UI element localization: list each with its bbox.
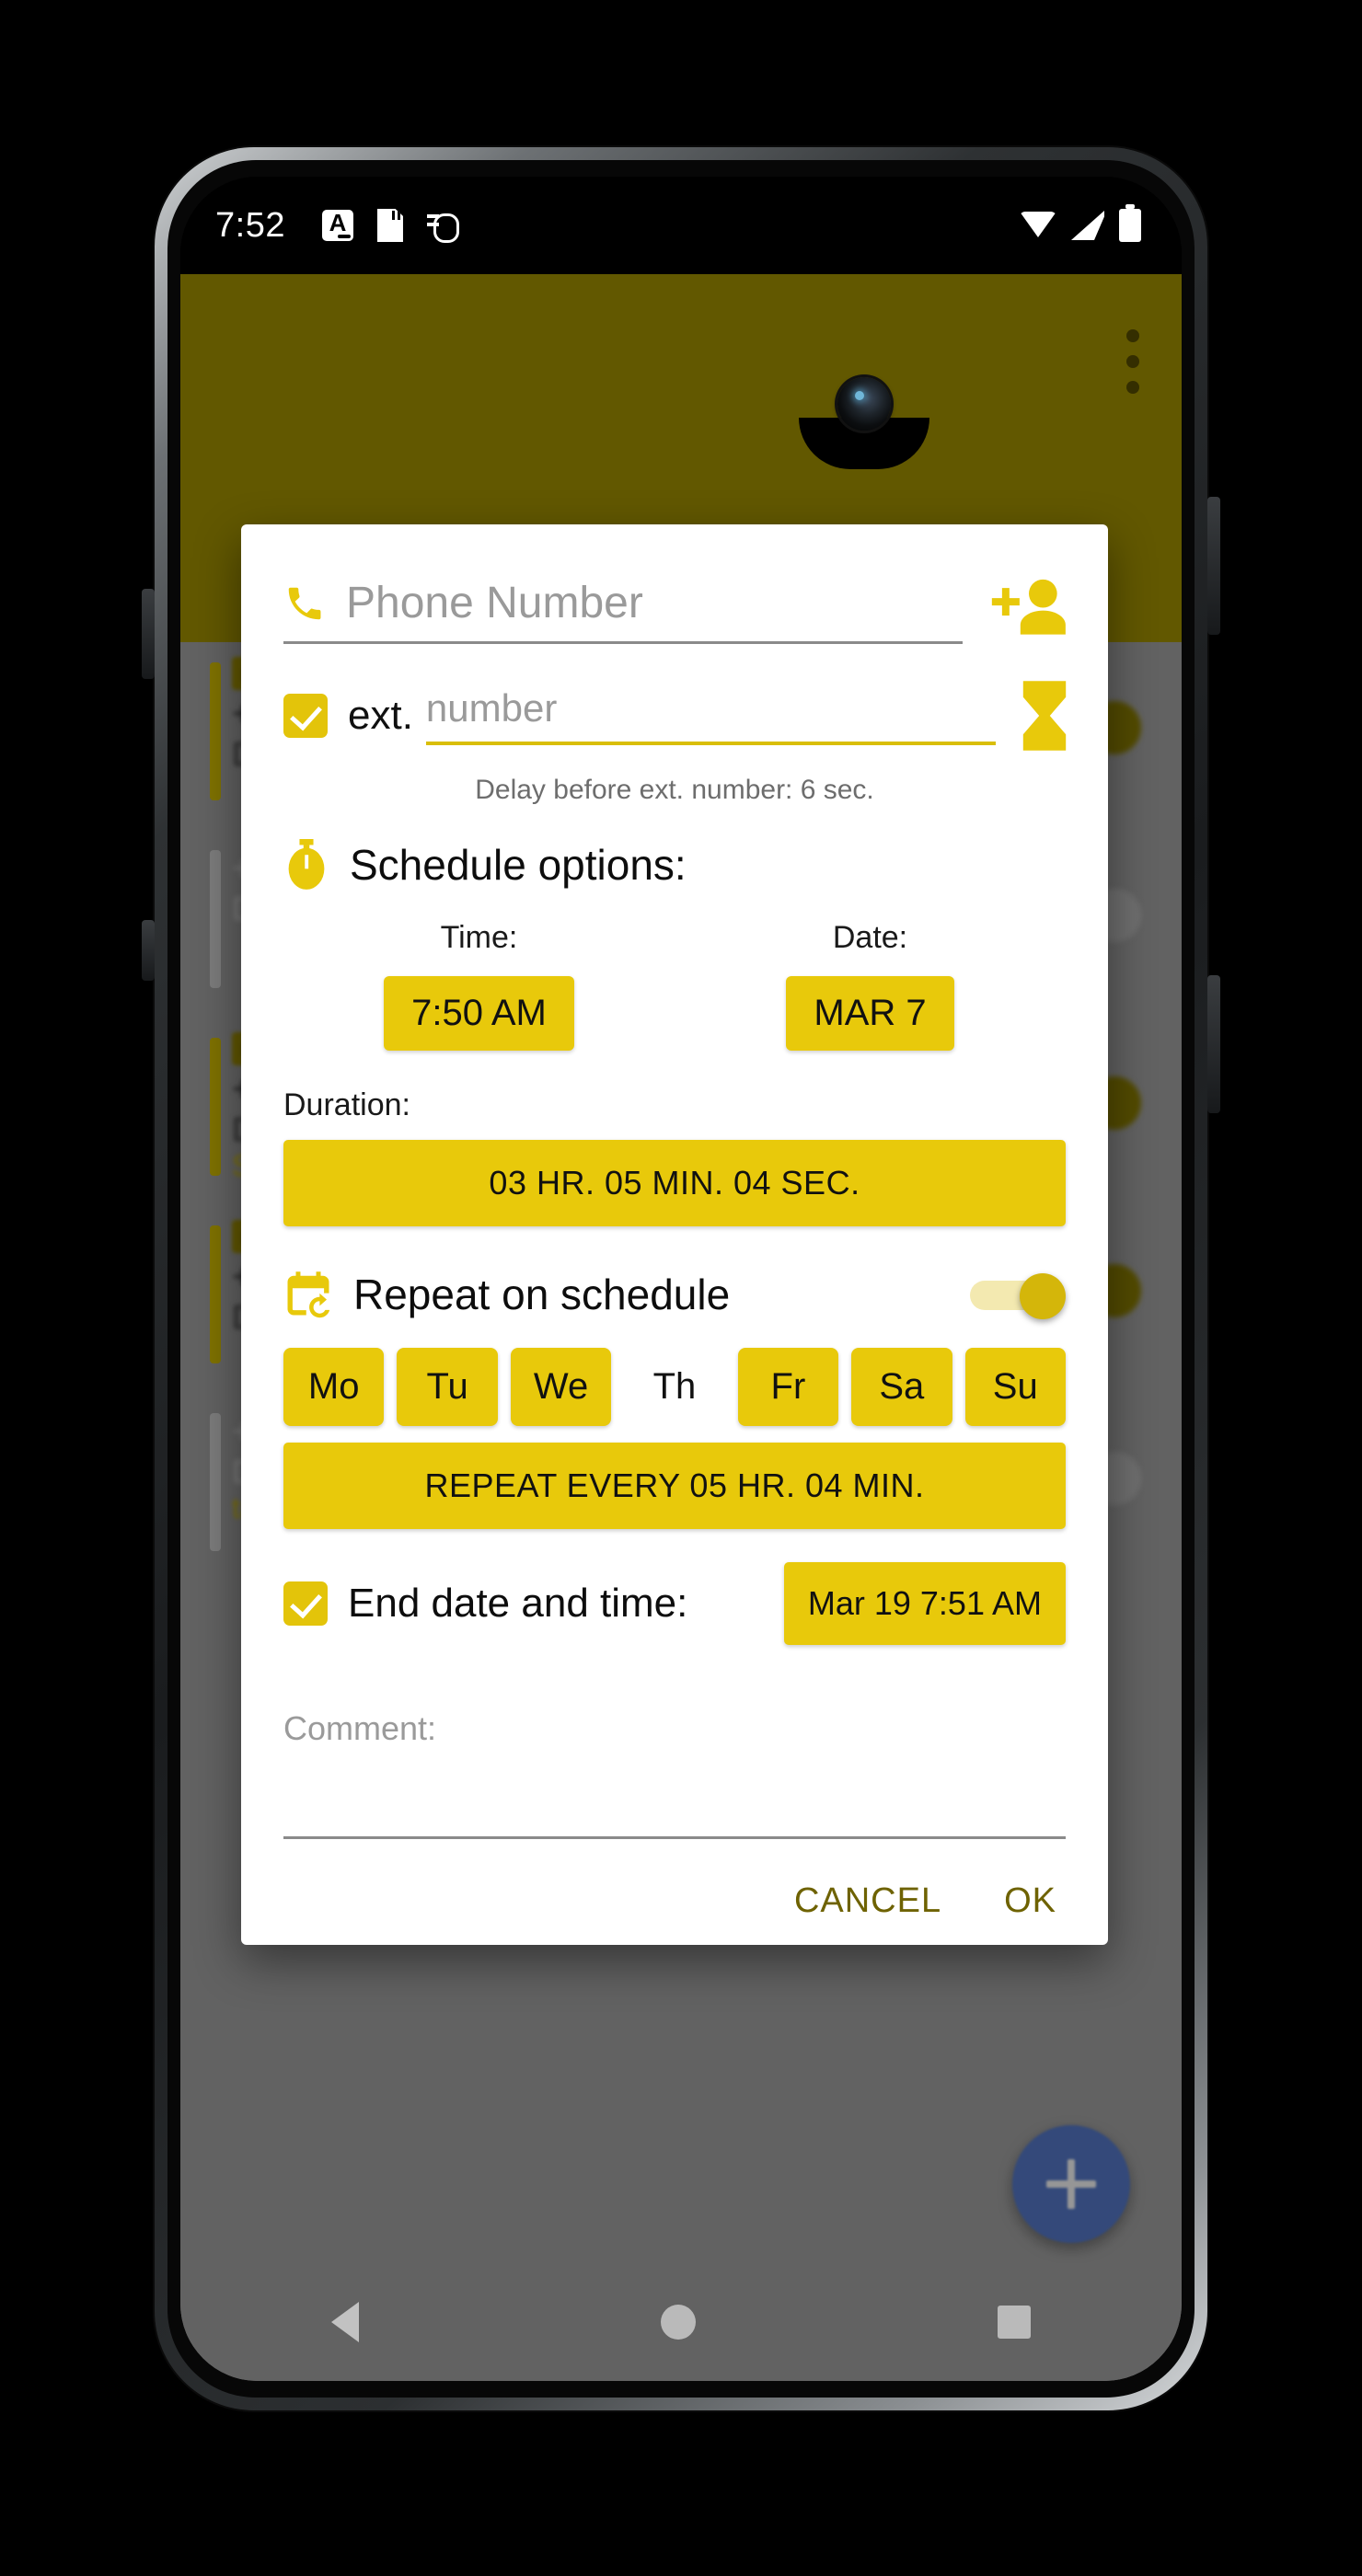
day-chip-fr[interactable]: Fr — [737, 1348, 839, 1426]
time-column: Time: 7:50 AM — [283, 920, 675, 1051]
phone-number-placeholder: Phone Number — [346, 579, 643, 627]
android-debug-icon — [426, 210, 459, 243]
day-of-week-selector: Mo Tu We Th Fr Sa Su — [241, 1320, 1108, 1426]
power-button[interactable] — [1207, 497, 1220, 635]
schedule-options-title: Schedule options: — [350, 841, 687, 889]
time-value-button[interactable]: 7:50 AM — [384, 976, 574, 1051]
date-value-button[interactable]: MAR 7 — [786, 976, 954, 1051]
day-chip-tu[interactable]: Tu — [397, 1348, 498, 1426]
end-date-checkbox[interactable] — [283, 1581, 328, 1626]
phone-number-row: Phone Number — [241, 524, 1108, 644]
date-column: Date: MAR 7 — [675, 920, 1066, 1051]
schedule-options-header: Schedule options: — [241, 806, 1108, 891]
status-bar-left-icons: A — [321, 209, 459, 243]
volume-down-button[interactable] — [142, 920, 155, 981]
repeat-toggle[interactable] — [970, 1273, 1066, 1319]
duration-label: Duration: — [283, 1087, 410, 1122]
battery-icon — [1119, 204, 1141, 242]
phone-screen: ne +1 Du +1 Du ne +1 Du Sc — [180, 177, 1182, 2381]
comment-field[interactable]: Comment: — [241, 1645, 1108, 1839]
day-chip-sa[interactable]: Sa — [851, 1348, 952, 1426]
end-date-row: End date and time: Mar 19 7:51 AM — [241, 1529, 1108, 1645]
end-date-value-button[interactable]: Mar 19 7:51 AM — [783, 1562, 1066, 1645]
extension-number-input[interactable]: number — [425, 686, 996, 745]
wifi-icon — [1020, 212, 1056, 239]
time-label: Time: — [440, 920, 518, 955]
status-bar-clock: 7:52 — [215, 205, 285, 245]
day-chip-mo[interactable]: Mo — [283, 1348, 385, 1426]
phone-handset-icon — [283, 582, 326, 625]
repeat-on-schedule-row[interactable]: Repeat on schedule — [241, 1226, 1108, 1320]
duration-value-button[interactable]: 03 HR. 05 MIN. 04 SEC. — [283, 1140, 1066, 1226]
phone-number-input[interactable]: Phone Number — [283, 578, 963, 644]
time-date-row: Time: 7:50 AM Date: MAR 7 — [241, 920, 1108, 1051]
assistant-button[interactable] — [1207, 975, 1220, 1113]
ok-button[interactable]: OK — [1004, 1881, 1056, 1921]
extension-row: ext. number — [241, 644, 1108, 751]
day-chip-th[interactable]: Th — [624, 1348, 724, 1426]
cancel-button[interactable]: CANCEL — [794, 1881, 941, 1921]
day-chip-we[interactable]: We — [510, 1348, 612, 1426]
dialog-actions: CANCEL OK — [241, 1839, 1108, 1921]
extension-checkbox[interactable] — [283, 694, 328, 738]
day-chip-su[interactable]: Su — [964, 1348, 1066, 1426]
comment-underline — [283, 1748, 1066, 1839]
sd-card-icon — [376, 209, 403, 242]
extension-label: ext. — [348, 693, 413, 738]
calendar-repeat-icon — [283, 1269, 333, 1320]
volume-up-button[interactable] — [142, 589, 155, 679]
screenshot-root: ne +1 Du +1 Du ne +1 Du Sc — [0, 0, 1362, 2576]
cellular-signal-icon — [1071, 211, 1104, 240]
repeat-on-schedule-label: Repeat on schedule — [353, 1271, 731, 1318]
end-date-label: End date and time: — [348, 1581, 688, 1626]
alphabet-mode-icon: A — [321, 209, 353, 241]
schedule-call-dialog: Phone Number ext. number Delay before ex… — [241, 524, 1108, 1945]
front-camera — [837, 377, 891, 431]
extension-placeholder: number — [425, 686, 558, 730]
toggle-knob — [1020, 1273, 1066, 1319]
comment-placeholder: Comment: — [283, 1709, 437, 1747]
status-bar: 7:52 A — [180, 177, 1182, 274]
delay-note: Delay before ext. number: 6 sec. — [475, 775, 874, 805]
stopwatch-icon — [283, 839, 329, 891]
hourglass-icon[interactable] — [1018, 681, 1071, 751]
add-contact-icon[interactable] — [987, 574, 1071, 638]
date-label: Date: — [832, 920, 908, 955]
repeat-interval-button[interactable]: REPEAT EVERY 05 HR. 04 MIN. — [283, 1443, 1066, 1529]
status-bar-right-icons — [1020, 204, 1141, 242]
